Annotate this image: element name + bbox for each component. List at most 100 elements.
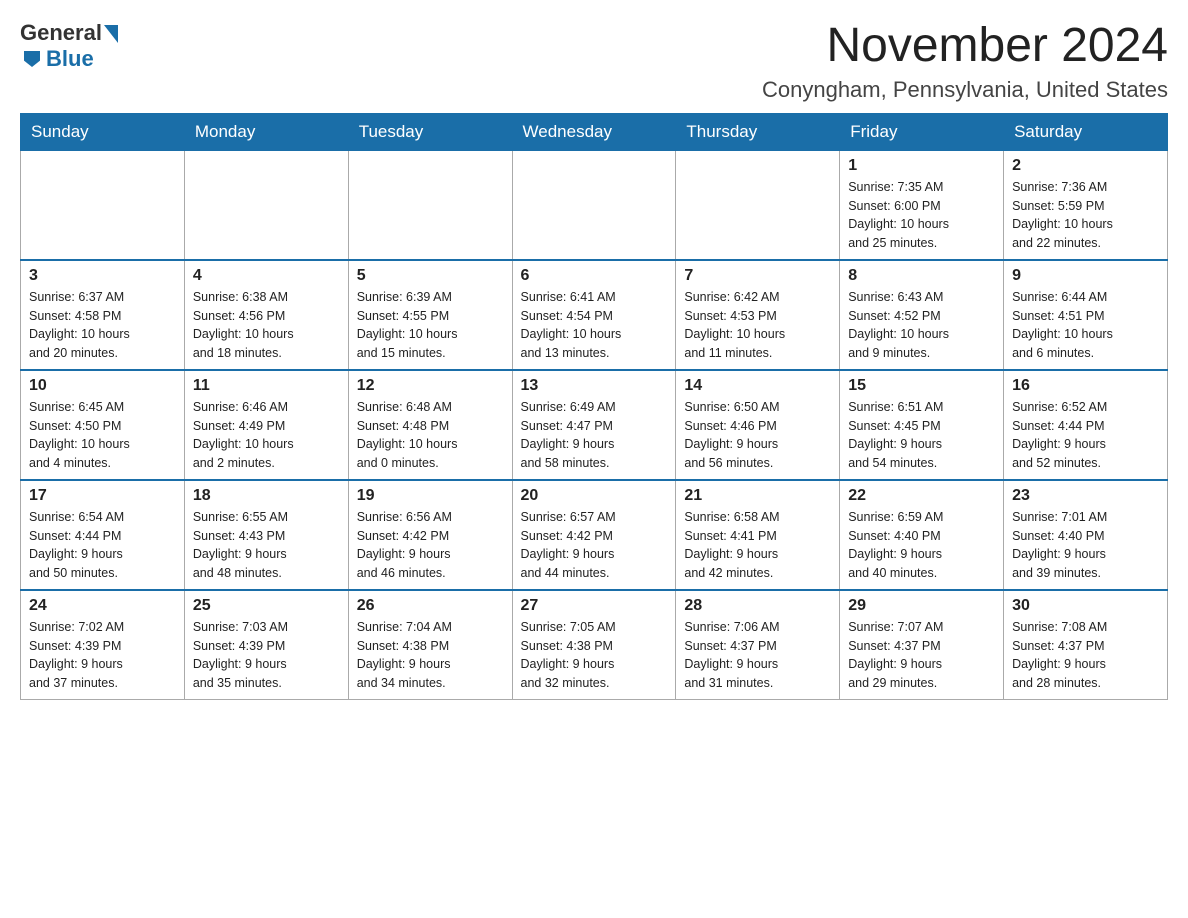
logo-blue-text: Blue	[46, 46, 94, 72]
day-info: Sunrise: 6:39 AMSunset: 4:55 PMDaylight:…	[357, 288, 504, 363]
col-saturday: Saturday	[1004, 113, 1168, 150]
day-number: 17	[29, 487, 176, 505]
calendar-cell: 16 Sunrise: 6:52 AMSunset: 4:44 PMDayligh…	[1004, 370, 1168, 480]
day-number: 24	[29, 597, 176, 615]
day-number: 15	[848, 377, 995, 395]
calendar-cell: 15 Sunrise: 6:51 AMSunset: 4:45 PMDayligh…	[840, 370, 1004, 480]
calendar-cell	[348, 150, 512, 260]
col-tuesday: Tuesday	[348, 113, 512, 150]
day-info: Sunrise: 6:49 AMSunset: 4:47 PMDaylight:…	[521, 398, 668, 473]
day-info: Sunrise: 7:01 AMSunset: 4:40 PMDaylight:…	[1012, 508, 1159, 583]
calendar-cell: 18 Sunrise: 6:55 AMSunset: 4:43 PMDayligh…	[184, 480, 348, 590]
calendar-cell: 23Sunrise: 7:01 AMSunset: 4:40 PMDayligh…	[1004, 480, 1168, 590]
calendar-cell: 2Sunrise: 7:36 AMSunset: 5:59 PMDaylight…	[1004, 150, 1168, 260]
day-info: Sunrise: 6:37 AMSunset: 4:58 PMDaylight:…	[29, 288, 176, 363]
day-number: 8	[848, 267, 995, 285]
day-number: 1	[848, 157, 995, 175]
day-info: Sunrise: 6:59 AMSunset: 4:40 PMDaylight:…	[848, 508, 995, 583]
day-number: 9	[1012, 267, 1159, 285]
calendar-cell: 13Sunrise: 6:49 AMSunset: 4:47 PMDayligh…	[512, 370, 676, 480]
day-number: 21	[684, 487, 831, 505]
day-number: 10	[29, 377, 176, 395]
day-info: Sunrise: 7:35 AMSunset: 6:00 PMDaylight:…	[848, 178, 995, 253]
day-info: Sunrise: 7:07 AMSunset: 4:37 PMDaylight:…	[848, 618, 995, 693]
calendar-cell: 11 Sunrise: 6:46 AMSunset: 4:49 PMDayligh…	[184, 370, 348, 480]
calendar-cell: 25 Sunrise: 7:03 AMSunset: 4:39 PMDayligh…	[184, 590, 348, 700]
calendar-cell: 9 Sunrise: 6:44 AMSunset: 4:51 PMDaylight…	[1004, 260, 1168, 370]
col-thursday: Thursday	[676, 113, 840, 150]
calendar-cell: 17 Sunrise: 6:54 AMSunset: 4:44 PMDayligh…	[21, 480, 185, 590]
calendar-cell: 28 Sunrise: 7:06 AMSunset: 4:37 PMDayligh…	[676, 590, 840, 700]
day-info: Sunrise: 6:52 AMSunset: 4:44 PMDaylight:…	[1012, 398, 1159, 473]
day-number: 26	[357, 597, 504, 615]
day-info: Sunrise: 6:50 AMSunset: 4:46 PMDaylight:…	[684, 398, 831, 473]
day-info: Sunrise: 6:42 AMSunset: 4:53 PMDaylight:…	[684, 288, 831, 363]
day-number: 28	[684, 597, 831, 615]
day-info: Sunrise: 6:51 AMSunset: 4:45 PMDaylight:…	[848, 398, 995, 473]
day-number: 4	[193, 267, 340, 285]
calendar-cell: 6 Sunrise: 6:41 AMSunset: 4:54 PMDaylight…	[512, 260, 676, 370]
day-number: 30	[1012, 597, 1159, 615]
day-number: 22	[848, 487, 995, 505]
day-info: Sunrise: 7:04 AMSunset: 4:38 PMDaylight:…	[357, 618, 504, 693]
day-info: Sunrise: 6:57 AMSunset: 4:42 PMDaylight:…	[521, 508, 668, 583]
day-number: 16	[1012, 377, 1159, 395]
day-number: 25	[193, 597, 340, 615]
day-number: 19	[357, 487, 504, 505]
calendar-cell: 10 Sunrise: 6:45 AMSunset: 4:50 PMDayligh…	[21, 370, 185, 480]
day-number: 29	[848, 597, 995, 615]
calendar-week-row: 17 Sunrise: 6:54 AMSunset: 4:44 PMDayligh…	[21, 480, 1168, 590]
day-info: Sunrise: 6:55 AMSunset: 4:43 PMDaylight:…	[193, 508, 340, 583]
calendar-table: Sunday Monday Tuesday Wednesday Thursday…	[20, 113, 1168, 700]
calendar-cell: 22 Sunrise: 6:59 AMSunset: 4:40 PMDayligh…	[840, 480, 1004, 590]
calendar-week-row: 10 Sunrise: 6:45 AMSunset: 4:50 PMDayligh…	[21, 370, 1168, 480]
day-info: Sunrise: 6:56 AMSunset: 4:42 PMDaylight:…	[357, 508, 504, 583]
calendar-cell	[676, 150, 840, 260]
day-info: Sunrise: 6:48 AMSunset: 4:48 PMDaylight:…	[357, 398, 504, 473]
day-info: Sunrise: 6:38 AMSunset: 4:56 PMDaylight:…	[193, 288, 340, 363]
calendar-cell: 14 Sunrise: 6:50 AMSunset: 4:46 PMDayligh…	[676, 370, 840, 480]
calendar-cell	[512, 150, 676, 260]
day-number: 6	[521, 267, 668, 285]
calendar-cell: 26 Sunrise: 7:04 AMSunset: 4:38 PMDayligh…	[348, 590, 512, 700]
day-number: 14	[684, 377, 831, 395]
calendar-cell: 19 Sunrise: 6:56 AMSunset: 4:42 PMDayligh…	[348, 480, 512, 590]
day-info: Sunrise: 6:41 AMSunset: 4:54 PMDaylight:…	[521, 288, 668, 363]
calendar-cell: 1 Sunrise: 7:35 AMSunset: 6:00 PMDaylight…	[840, 150, 1004, 260]
calendar-cell	[21, 150, 185, 260]
day-info: Sunrise: 7:08 AMSunset: 4:37 PMDaylight:…	[1012, 618, 1159, 693]
calendar-cell: 8Sunrise: 6:43 AMSunset: 4:52 PMDaylight…	[840, 260, 1004, 370]
day-number: 12	[357, 377, 504, 395]
calendar-header-row: Sunday Monday Tuesday Wednesday Thursday…	[21, 113, 1168, 150]
day-info: Sunrise: 7:03 AMSunset: 4:39 PMDaylight:…	[193, 618, 340, 693]
calendar-cell: 20 Sunrise: 6:57 AMSunset: 4:42 PMDayligh…	[512, 480, 676, 590]
logo: General Blue	[20, 20, 118, 72]
col-sunday: Sunday	[21, 113, 185, 150]
day-info: Sunrise: 6:45 AMSunset: 4:50 PMDaylight:…	[29, 398, 176, 473]
calendar-cell: 30 Sunrise: 7:08 AMSunset: 4:37 PMDayligh…	[1004, 590, 1168, 700]
day-info: Sunrise: 6:54 AMSunset: 4:44 PMDaylight:…	[29, 508, 176, 583]
day-number: 18	[193, 487, 340, 505]
day-info: Sunrise: 7:05 AMSunset: 4:38 PMDaylight:…	[521, 618, 668, 693]
title-block: November 2024 Conyngham, Pennsylvania, U…	[762, 20, 1168, 103]
location-text: Conyngham, Pennsylvania, United States	[762, 77, 1168, 103]
day-number: 11	[193, 377, 340, 395]
calendar-cell: 3 Sunrise: 6:37 AMSunset: 4:58 PMDaylight…	[21, 260, 185, 370]
day-number: 3	[29, 267, 176, 285]
calendar-cell: 29 Sunrise: 7:07 AMSunset: 4:37 PMDayligh…	[840, 590, 1004, 700]
calendar-cell: 24 Sunrise: 7:02 AMSunset: 4:39 PMDayligh…	[21, 590, 185, 700]
month-title: November 2024	[762, 20, 1168, 73]
calendar-cell	[184, 150, 348, 260]
calendar-cell: 27 Sunrise: 7:05 AMSunset: 4:38 PMDayligh…	[512, 590, 676, 700]
day-info: Sunrise: 6:46 AMSunset: 4:49 PMDaylight:…	[193, 398, 340, 473]
day-number: 27	[521, 597, 668, 615]
page-header: General Blue November 2024 Conyngham, Pe…	[20, 20, 1168, 103]
calendar-cell: 4 Sunrise: 6:38 AMSunset: 4:56 PMDaylight…	[184, 260, 348, 370]
calendar-cell: 7Sunrise: 6:42 AMSunset: 4:53 PMDaylight…	[676, 260, 840, 370]
day-info: Sunrise: 7:06 AMSunset: 4:37 PMDaylight:…	[684, 618, 831, 693]
day-info: Sunrise: 6:44 AMSunset: 4:51 PMDaylight:…	[1012, 288, 1159, 363]
col-friday: Friday	[840, 113, 1004, 150]
day-info: Sunrise: 7:02 AMSunset: 4:39 PMDaylight:…	[29, 618, 176, 693]
day-info: Sunrise: 6:58 AMSunset: 4:41 PMDaylight:…	[684, 508, 831, 583]
day-number: 20	[521, 487, 668, 505]
